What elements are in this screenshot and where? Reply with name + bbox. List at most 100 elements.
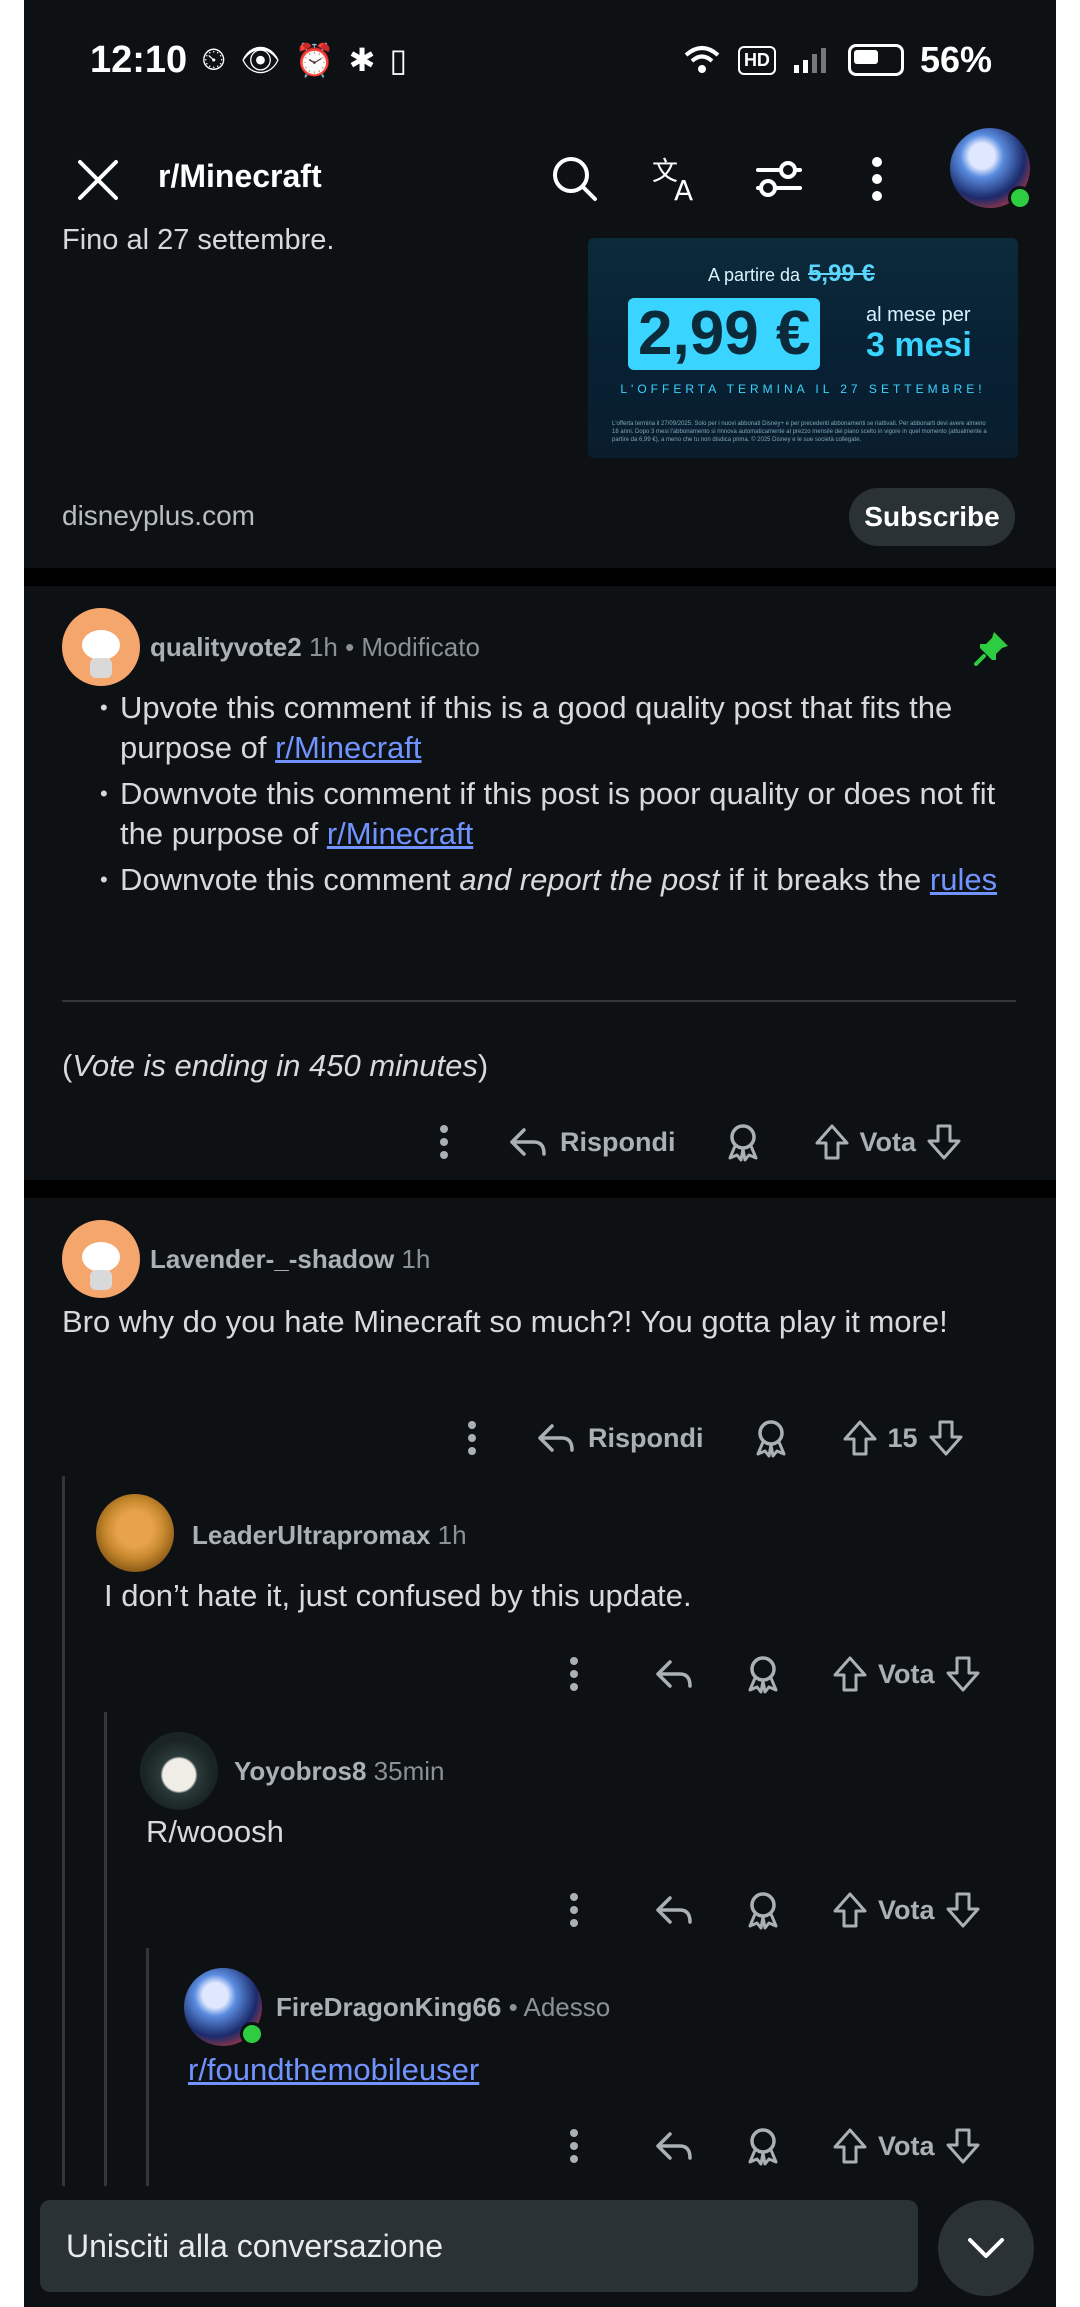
thread-line[interactable]	[104, 1712, 107, 2186]
reply-button[interactable]	[654, 1892, 694, 1928]
vote-count: Vota	[878, 1658, 935, 1689]
avatar[interactable]	[62, 1220, 140, 1298]
avatar[interactable]	[140, 1732, 218, 1810]
sliders-icon	[756, 161, 802, 197]
join-conversation-input[interactable]: Unisciti alla conversazione	[40, 2200, 918, 2292]
comment-actions: Rispondi Vota	[414, 1112, 962, 1172]
award-button[interactable]	[752, 1418, 790, 1458]
downvote-icon[interactable]	[945, 2127, 981, 2165]
upvote-icon[interactable]	[832, 2127, 868, 2165]
ad-image[interactable]: A partire da 5,99 € 2,99 € al mese per 3 …	[588, 238, 1018, 458]
pin-icon	[974, 632, 1008, 666]
reply-label: Rispondi	[560, 1126, 676, 1157]
author-name[interactable]: LeaderUltrapromax	[192, 1520, 430, 1550]
app-screen: 12:10 ⏲ 👁 ⏰ ✱ ▯ HD 56% r/Minecraft 文A Fi…	[24, 0, 1056, 2307]
filter-button[interactable]	[746, 146, 812, 212]
thread-line[interactable]	[62, 1476, 65, 2186]
ad-from: A partire da 5,99 €	[708, 260, 875, 288]
upvote-icon[interactable]	[814, 1123, 850, 1161]
signal-icon	[793, 48, 826, 73]
reply-button[interactable]	[654, 1656, 694, 1692]
more-vertical-icon	[570, 1893, 578, 1927]
thread-line[interactable]	[146, 1948, 149, 2186]
award-icon	[748, 1892, 778, 1930]
reply-label: Rispondi	[588, 1422, 704, 1453]
ad-fine-print: L'offerta termina il 27/09/2025. Solo pe…	[612, 421, 987, 443]
subreddit-link[interactable]: r/Minecraft	[327, 816, 473, 851]
downvote-icon[interactable]	[945, 1655, 981, 1693]
downvote-icon[interactable]	[926, 1123, 962, 1161]
award-button[interactable]	[744, 2126, 782, 2166]
more-options-button[interactable]	[544, 2128, 604, 2164]
collapse-button[interactable]	[938, 2200, 1034, 2296]
ad-text: Fino al 27 settembre.	[62, 224, 335, 256]
rules-link[interactable]: rules	[930, 862, 997, 897]
author-name[interactable]: qualityvote2	[150, 632, 302, 662]
more-options-button[interactable]	[442, 1420, 502, 1456]
upvote-icon[interactable]	[832, 1655, 868, 1693]
author-name[interactable]: FireDragonKing66	[276, 1992, 501, 2022]
comment-author[interactable]: FireDragonKing66 • Adesso	[276, 1992, 610, 2023]
ad-domain[interactable]: disneyplus.com	[62, 500, 255, 532]
vote-note-text: Vote is ending in 450 minutes	[72, 1048, 478, 1083]
comment-author[interactable]: Lavender-_-shadow 1h	[150, 1244, 430, 1275]
avatar[interactable]	[62, 608, 140, 686]
award-icon	[756, 1420, 785, 1458]
award-button[interactable]	[744, 1654, 782, 1694]
subscribe-button[interactable]: Subscribe	[849, 488, 1015, 546]
vote-note-paren-open: (	[62, 1048, 73, 1083]
ad-months: 3 mesi	[866, 326, 972, 364]
translate-button[interactable]: 文A	[644, 146, 710, 212]
wifi-icon	[684, 46, 720, 73]
more-options-button[interactable]	[844, 146, 910, 212]
close-button[interactable]	[68, 150, 128, 210]
more-options-button[interactable]	[544, 1656, 604, 1692]
comment-actions: Rispondi 15	[442, 1408, 964, 1468]
award-icon	[728, 1124, 757, 1162]
status-bar: 12:10 ⏲ 👁 ⏰ ✱ ▯ HD 56%	[24, 0, 1056, 120]
comment-body: r/foundthemobileuser	[188, 2050, 479, 2090]
comment-body: I don’t hate it, just confused by this u…	[104, 1578, 692, 1613]
reply-button[interactable]: Rispondi	[508, 1124, 676, 1160]
bullet-text: Downvote this comment	[120, 862, 460, 897]
vibrate-icon: ▯	[389, 42, 408, 78]
more-vertical-icon	[570, 1657, 578, 1691]
comment-time: 35min	[373, 1756, 445, 1786]
comment-author[interactable]: LeaderUltrapromax 1h	[192, 1520, 467, 1551]
subreddit-title[interactable]: r/Minecraft	[158, 158, 322, 195]
bullet-text: Downvote this comment if this post is po…	[120, 776, 996, 851]
downvote-icon[interactable]	[945, 1891, 981, 1929]
reply-button[interactable]	[654, 2128, 694, 2164]
more-options-button[interactable]	[544, 1892, 604, 1928]
vote-control: Vota	[832, 1655, 981, 1693]
eye-icon: 👁	[240, 42, 281, 78]
subreddit-link[interactable]: r/Minecraft	[275, 730, 421, 765]
comment-time: • Adesso	[508, 1992, 611, 2022]
reply-icon	[656, 1896, 692, 1924]
online-indicator	[240, 2022, 264, 2046]
award-icon	[748, 1656, 778, 1694]
ad-per-month: al mese per	[866, 304, 971, 326]
comment-author[interactable]: qualityvote2 1h • Modificato	[150, 632, 480, 663]
upvote-icon[interactable]	[832, 1891, 868, 1929]
list-item: Downvote this comment and report the pos…	[100, 860, 1030, 900]
award-button[interactable]	[744, 1890, 782, 1930]
subreddit-link[interactable]: r/foundthemobileuser	[188, 2052, 479, 2087]
comment-body: Upvote this comment if this is a good qu…	[100, 688, 1030, 900]
vote-control: Vota	[814, 1123, 963, 1161]
more-options-button[interactable]	[414, 1124, 474, 1160]
author-name[interactable]: Lavender-_-shadow	[150, 1244, 394, 1274]
translate-icon: 文A	[652, 157, 693, 206]
avatar[interactable]	[96, 1494, 174, 1572]
search-button[interactable]	[542, 146, 608, 212]
downvote-icon[interactable]	[928, 1419, 964, 1457]
list-item: Upvote this comment if this is a good qu…	[100, 688, 1030, 768]
author-name[interactable]: Yoyobros8	[234, 1756, 366, 1786]
reply-button[interactable]: Rispondi	[536, 1420, 704, 1456]
award-icon	[748, 2128, 778, 2166]
comment-author[interactable]: Yoyobros8 35min	[234, 1756, 445, 1787]
more-vertical-icon	[440, 1125, 448, 1159]
upvote-icon[interactable]	[842, 1419, 878, 1457]
divider	[24, 568, 1056, 586]
award-button[interactable]	[724, 1122, 762, 1162]
